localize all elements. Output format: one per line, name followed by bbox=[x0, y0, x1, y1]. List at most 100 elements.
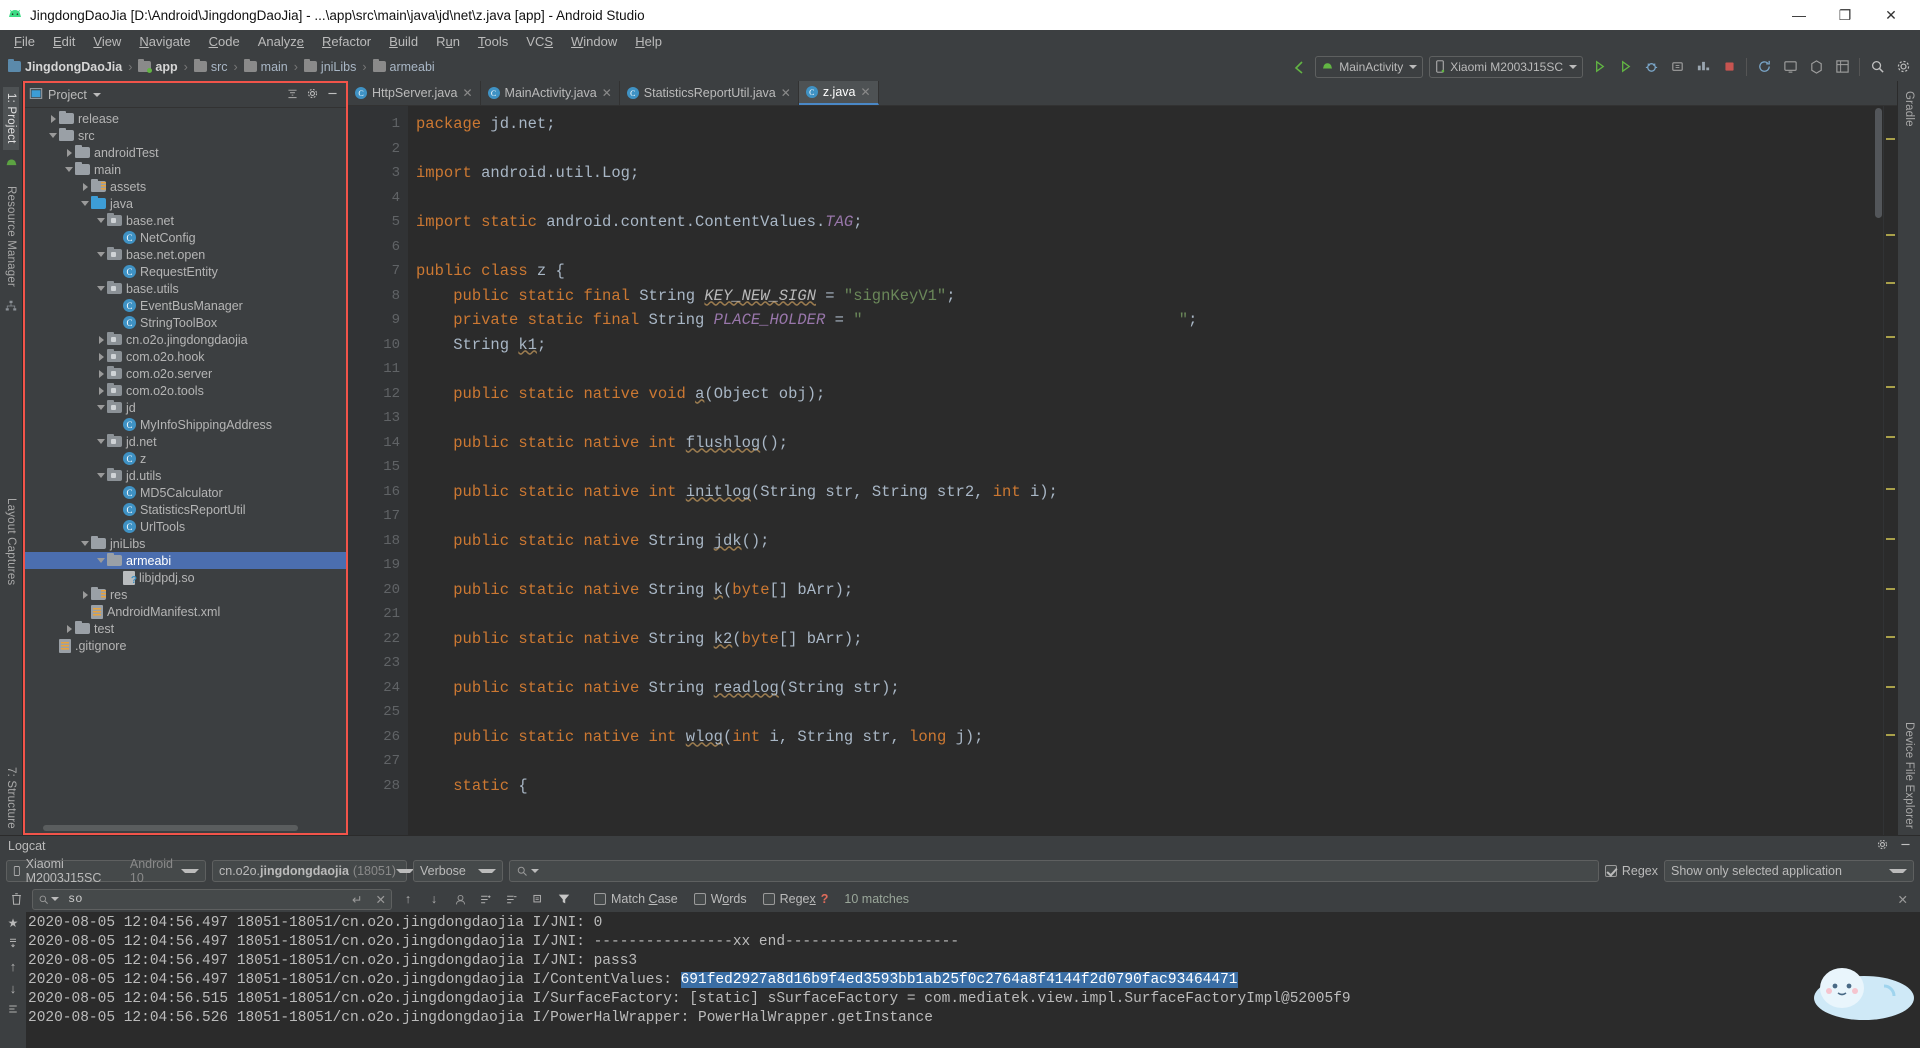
tree-node-jd-utils[interactable]: jd.utils bbox=[25, 467, 346, 484]
code-line[interactable]: private static final String PLACE_HOLDER… bbox=[408, 308, 1883, 333]
menu-item-help[interactable]: Help bbox=[626, 32, 671, 51]
scroll-to-end-icon[interactable] bbox=[502, 889, 522, 909]
stop-icon[interactable] bbox=[1717, 55, 1741, 79]
code-line[interactable] bbox=[408, 504, 1883, 529]
tree-node-assets[interactable]: assets bbox=[25, 178, 346, 195]
sidebar-tab-gradle[interactable]: Gradle bbox=[1901, 85, 1917, 133]
project-tree-hscrollbar[interactable] bbox=[25, 823, 346, 833]
words-checkbox[interactable]: Words bbox=[693, 892, 747, 906]
project-tree[interactable]: release src androidTest main assets java base.… bbox=[25, 108, 346, 823]
menu-item-edit[interactable]: Edit bbox=[44, 32, 84, 51]
menu-item-tools[interactable]: Tools bbox=[469, 32, 517, 51]
tree-node-urltools[interactable]: C UrlTools bbox=[25, 518, 346, 535]
editor-marker-gutter[interactable] bbox=[1883, 106, 1897, 835]
up-arrow-icon[interactable]: ↑ bbox=[10, 959, 17, 974]
code-line[interactable] bbox=[408, 455, 1883, 480]
tree-node-armeabi[interactable]: armeabi bbox=[25, 552, 346, 569]
soft-wrap-side-icon[interactable] bbox=[7, 1003, 19, 1018]
logcat-find-input[interactable]: so ↵ ✕ bbox=[32, 888, 392, 910]
tree-node-com-o2o-tools[interactable]: com.o2o.tools bbox=[25, 382, 346, 399]
breadcrumb-item-4[interactable]: jniLibs bbox=[301, 59, 359, 75]
sidebar-tab-layout-captures[interactable]: Layout Captures bbox=[3, 492, 19, 591]
logcat-device-selector[interactable]: Xiaomi M2003J15SC Android 10 bbox=[6, 857, 206, 885]
sidebar-tab-device-file-explorer[interactable]: Device File Explorer bbox=[1901, 716, 1917, 835]
run-configuration-selector[interactable]: MainActivity bbox=[1315, 55, 1424, 78]
soft-wrap-icon[interactable] bbox=[476, 889, 496, 909]
tree-node-requestentity[interactable]: C RequestEntity bbox=[25, 263, 346, 280]
editor-tab-statisticsreportutil-java[interactable]: C StatisticsReportUtil.java ✕ bbox=[620, 81, 799, 105]
tree-expand-arrow-icon[interactable] bbox=[95, 386, 107, 395]
tree-node-src[interactable]: src bbox=[25, 127, 346, 144]
code-line[interactable] bbox=[408, 137, 1883, 162]
gear-icon[interactable] bbox=[306, 87, 319, 103]
tree-node-com-o2o-server[interactable]: com.o2o.server bbox=[25, 365, 346, 382]
find-enter-icon[interactable]: ↵ bbox=[352, 892, 362, 907]
code-line[interactable]: public static native String jdk(); bbox=[408, 529, 1883, 554]
tree-collapse-arrow-icon[interactable] bbox=[95, 218, 107, 223]
editor-tab-httpserver-java[interactable]: C HttpServer.java ✕ bbox=[348, 81, 481, 105]
regex-help-icon[interactable]: ? bbox=[821, 892, 829, 906]
tree-node-z[interactable]: Cz bbox=[25, 450, 346, 467]
sync-gradle-icon[interactable] bbox=[1752, 55, 1776, 79]
device-selector[interactable]: Xiaomi M2003J15SC bbox=[1429, 55, 1583, 78]
logcat-level-selector[interactable]: Verbose bbox=[413, 860, 503, 882]
tree-collapse-arrow-icon[interactable] bbox=[95, 286, 107, 291]
tree-node-md5calculator[interactable]: C MD5Calculator bbox=[25, 484, 346, 501]
code-line[interactable] bbox=[408, 186, 1883, 211]
tree-expand-arrow-icon[interactable] bbox=[95, 352, 107, 361]
tree-expand-arrow-icon[interactable] bbox=[47, 114, 59, 123]
tree-node-jd[interactable]: jd bbox=[25, 399, 346, 416]
regex-checkbox-small[interactable]: Regex ? bbox=[762, 892, 829, 906]
code-line[interactable] bbox=[408, 602, 1883, 627]
code-line[interactable]: static { bbox=[408, 774, 1883, 799]
tree-node-eventbusmanager[interactable]: C EventBusManager bbox=[25, 297, 346, 314]
tree-node-netconfig[interactable]: C NetConfig bbox=[25, 229, 346, 246]
code-line[interactable] bbox=[408, 700, 1883, 725]
tree-expand-arrow-icon[interactable] bbox=[95, 335, 107, 344]
menu-item-vcs[interactable]: VCS bbox=[517, 32, 562, 51]
breadcrumb-item-1[interactable]: app bbox=[135, 59, 180, 75]
logcat-process-selector[interactable]: cn.o2o. jingdongdaojia (18051) bbox=[212, 860, 414, 882]
tree-node-com-o2o-hook[interactable]: com.o2o.hook bbox=[25, 348, 346, 365]
tree-collapse-arrow-icon[interactable] bbox=[95, 252, 107, 257]
tree-collapse-arrow-icon[interactable] bbox=[95, 473, 107, 478]
sidebar-tab-resource-manager[interactable]: Resource Manager bbox=[3, 180, 19, 293]
code-line[interactable]: public static native String k(byte[] bAr… bbox=[408, 578, 1883, 603]
code-line[interactable]: public class z { bbox=[408, 259, 1883, 284]
tree-node-main[interactable]: main bbox=[25, 161, 346, 178]
tree-collapse-arrow-icon[interactable] bbox=[95, 405, 107, 410]
code-line[interactable]: import static android.content.ContentVal… bbox=[408, 210, 1883, 235]
sidebar-tab-structure[interactable]: 7: Structure bbox=[3, 761, 19, 835]
breadcrumb-item-2[interactable]: src bbox=[191, 59, 231, 75]
tree-expand-arrow-icon[interactable] bbox=[95, 369, 107, 378]
find-select-all-icon[interactable] bbox=[450, 889, 470, 909]
close-tab-icon[interactable]: ✕ bbox=[462, 86, 472, 100]
code-line[interactable] bbox=[408, 406, 1883, 431]
tree-node-libjdpdj-so[interactable]: libjdpdj.so bbox=[25, 569, 346, 586]
tree-collapse-arrow-icon[interactable] bbox=[63, 167, 75, 172]
editor-tab-z-java[interactable]: Cz.java ✕ bbox=[798, 81, 879, 105]
menu-item-file[interactable]: File bbox=[5, 32, 44, 51]
tree-expand-arrow-icon[interactable] bbox=[79, 590, 91, 599]
down-arrow-icon[interactable]: ↓ bbox=[10, 981, 17, 996]
tree-node-jd-net[interactable]: jd.net bbox=[25, 433, 346, 450]
tree-node-androidtest[interactable]: androidTest bbox=[25, 144, 346, 161]
code-content[interactable]: package jd.net; import android.util.Log;… bbox=[408, 106, 1883, 835]
menu-item-navigate[interactable]: Navigate bbox=[130, 32, 199, 51]
tree-node-java[interactable]: java bbox=[25, 195, 346, 212]
tree-node-androidmanifest-xml[interactable]: AndroidManifest.xml bbox=[25, 603, 346, 620]
menu-item-refactor[interactable]: Refactor bbox=[313, 32, 380, 51]
find-clear-icon[interactable]: ✕ bbox=[376, 892, 386, 907]
favorites-star-icon[interactable]: ★ bbox=[8, 916, 19, 930]
logcat-regex-checkbox[interactable]: Regex bbox=[1604, 864, 1658, 878]
tree-node-stringtoolbox[interactable]: C StringToolBox bbox=[25, 314, 346, 331]
close-button[interactable]: ✕ bbox=[1868, 0, 1914, 30]
tree-node-cn-o2o-jingdongdaojia[interactable]: cn.o2o.jingdongdaojia bbox=[25, 331, 346, 348]
menu-item-view[interactable]: View bbox=[84, 32, 130, 51]
code-line[interactable]: public static native int wlog(int i, Str… bbox=[408, 725, 1883, 750]
tree-node-base-net[interactable]: base.net bbox=[25, 212, 346, 229]
menu-item-analyze[interactable]: Analyze bbox=[249, 32, 313, 51]
code-line[interactable]: String k1; bbox=[408, 333, 1883, 358]
tree-node-jnilibs[interactable]: jniLibs bbox=[25, 535, 346, 552]
code-line[interactable]: public static native String readlog(Stri… bbox=[408, 676, 1883, 701]
